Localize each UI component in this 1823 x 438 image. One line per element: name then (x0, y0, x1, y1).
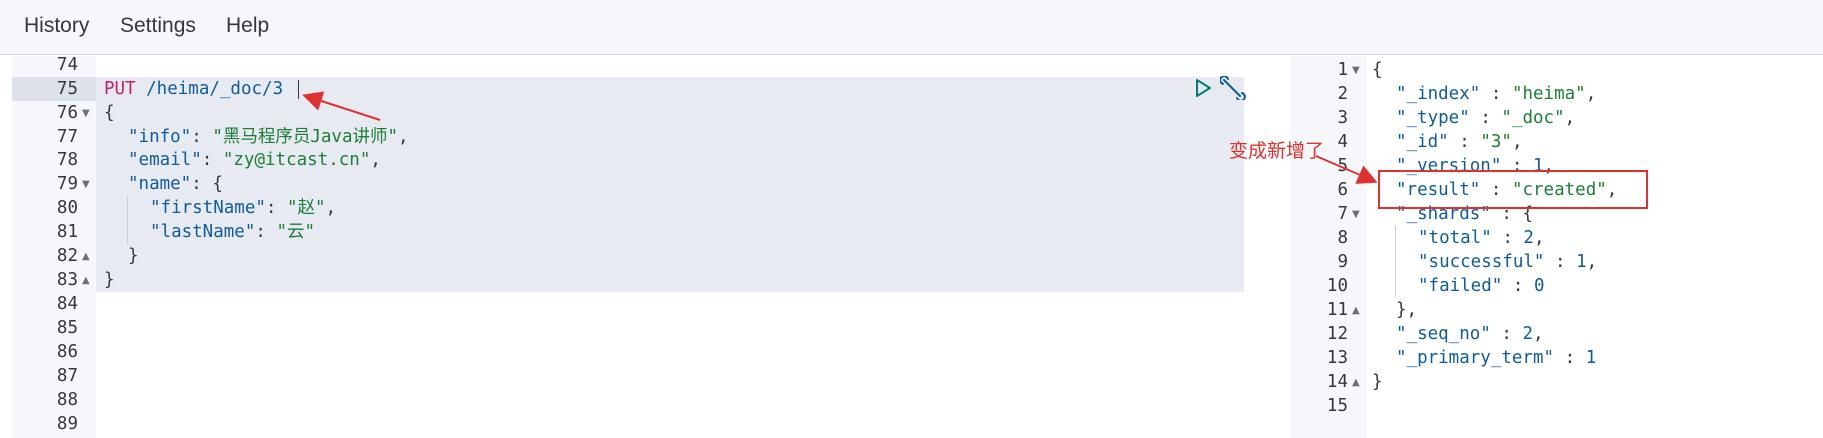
code-line: "email": "zy@itcast.cn", (128, 150, 381, 170)
line-number: 9 (1337, 252, 1348, 272)
request-line: PUT /heima/_doc/3 (104, 77, 283, 101)
fold-up-icon[interactable]: ▲ (82, 275, 90, 286)
annotation-label: 变成新增了 (1229, 140, 1325, 162)
request-path: /heima/_doc/3 (135, 79, 284, 99)
indent-guide (1395, 226, 1396, 298)
result-highlight-box (1378, 170, 1648, 209)
fold-up-icon[interactable]: ▲ (82, 251, 90, 262)
response-line: "_seq_no" : 2, (1396, 324, 1544, 344)
line-number: 82 (56, 246, 78, 266)
response-line: "_type" : "_doc", (1396, 108, 1576, 128)
line-number: 85 (56, 318, 78, 338)
text-cursor (298, 80, 299, 99)
response-line: "_id" : "3", (1396, 132, 1523, 152)
line-number: 83 (56, 270, 78, 290)
indent-guide (127, 196, 128, 244)
active-request-highlight (96, 77, 1244, 292)
line-number: 77 (56, 127, 78, 147)
line-number: 75 (56, 79, 78, 99)
play-icon[interactable] (1194, 78, 1212, 102)
fold-up-icon[interactable]: ▲ (1352, 305, 1360, 316)
response-line: "_index" : "heima", (1396, 84, 1597, 104)
menu-bar: History Settings Help (0, 0, 1823, 55)
response-line: "failed" : 0 (1418, 276, 1545, 296)
line-number: 10 (1326, 276, 1348, 296)
code-line: "info": "黑马程序员Java讲师", (128, 127, 409, 147)
menu-history[interactable]: History (24, 14, 89, 38)
line-number: 13 (1326, 348, 1348, 368)
fold-up-icon[interactable]: ▲ (1352, 377, 1360, 388)
line-number: 76 (56, 103, 78, 123)
line-number: 84 (56, 294, 78, 314)
fold-down-icon[interactable]: ▼ (1352, 209, 1360, 220)
line-number: 8 (1337, 228, 1348, 248)
menu-help[interactable]: Help (226, 14, 269, 38)
code-line: "lastName": "云" (150, 222, 316, 242)
line-number: 79 (56, 174, 78, 194)
pane-resizer[interactable] (1247, 56, 1291, 438)
line-number: 88 (56, 390, 78, 410)
line-number: 14 (1326, 372, 1348, 392)
line-number: 80 (56, 198, 78, 218)
line-number: 7 (1337, 204, 1348, 224)
code-line: "name": { (128, 174, 223, 194)
line-number: 11 (1326, 300, 1348, 320)
code-line: "firstName": "赵", (150, 198, 337, 218)
line-number: 86 (56, 342, 78, 362)
line-number: 1 (1337, 60, 1348, 80)
code-brace: } (104, 270, 115, 290)
line-number: 15 (1326, 396, 1348, 416)
wrench-icon[interactable] (1219, 75, 1246, 104)
line-number: 12 (1326, 324, 1348, 344)
code-brace: } (128, 246, 139, 266)
line-number: 3 (1337, 108, 1348, 128)
code-brace: { (104, 103, 115, 123)
line-number: 78 (56, 150, 78, 170)
line-number: 74 (56, 55, 78, 75)
fold-down-icon[interactable]: ▼ (82, 179, 90, 190)
response-line: "_primary_term" : 1 (1396, 348, 1597, 368)
response-brace: { (1372, 60, 1383, 80)
line-number: 6 (1337, 180, 1348, 200)
response-brace: } (1372, 372, 1383, 392)
fold-down-icon[interactable]: ▼ (1352, 65, 1360, 76)
response-line: "total" : 2, (1418, 228, 1545, 248)
response-line: "successful" : 1, (1418, 252, 1598, 272)
line-number: 89 (56, 414, 78, 434)
fold-down-icon[interactable]: ▼ (82, 108, 90, 119)
line-number: 81 (56, 222, 78, 242)
line-number: 87 (56, 366, 78, 386)
line-number: 2 (1337, 84, 1348, 104)
response-brace: }, (1396, 300, 1418, 320)
menu-settings[interactable]: Settings (120, 14, 196, 38)
http-method: PUT (104, 79, 136, 99)
